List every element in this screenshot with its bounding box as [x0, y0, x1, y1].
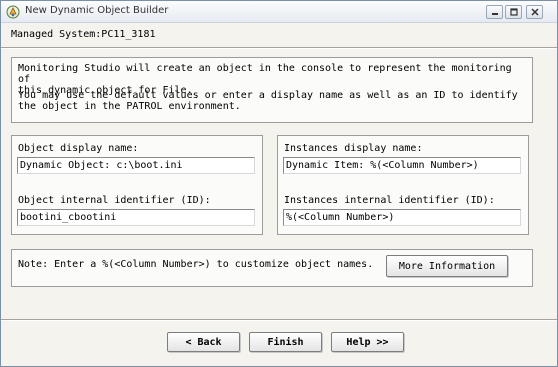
instances-panel: Instances display name: Dynamic Item: %(…	[277, 135, 529, 235]
note-text: Note: Enter a %(<Column Number>) to cust…	[18, 259, 374, 270]
instances-display-name-label: Instances display name:	[284, 143, 423, 154]
close-icon	[531, 8, 539, 16]
more-information-button[interactable]: More Information	[386, 255, 508, 277]
finish-button[interactable]: Finish	[249, 332, 322, 352]
instances-id-input[interactable]: %(<Column Number>)	[283, 209, 521, 226]
object-id-input[interactable]: bootini_cbootini	[17, 209, 255, 226]
maximize-button[interactable]	[505, 5, 522, 19]
header-divider	[1, 47, 557, 49]
managed-system-label: Managed System:PC11_3181	[11, 29, 156, 40]
dialog-window: New Dynamic Object Builder Managed Syste…	[0, 0, 558, 367]
object-id-label: Object internal identifier (ID):	[18, 195, 211, 206]
object-display-name-input[interactable]: Dynamic Object: c:\boot.ini	[17, 157, 255, 174]
footer-divider	[1, 319, 557, 321]
instances-display-name-input[interactable]: Dynamic Item: %(<Column Number>)	[283, 157, 521, 174]
back-button[interactable]: < Back	[167, 332, 240, 352]
help-button[interactable]: Help >>	[331, 332, 404, 352]
object-display-name-label: Object display name:	[18, 143, 139, 154]
title-bar[interactable]: New Dynamic Object Builder	[1, 1, 557, 23]
minimize-icon	[492, 13, 498, 15]
instances-id-label: Instances internal identifier (ID):	[284, 195, 495, 206]
app-icon	[6, 5, 20, 19]
maximize-icon	[510, 8, 518, 16]
info-paragraph-2: You may use the default values or enter …	[18, 90, 518, 112]
window-title: New Dynamic Object Builder	[25, 5, 169, 16]
info-panel: Monitoring Studio will create an object …	[11, 57, 533, 123]
object-panel: Object display name: Dynamic Object: c:\…	[11, 135, 263, 235]
minimize-button[interactable]	[486, 5, 503, 19]
note-panel: Note: Enter a %(<Column Number>) to cust…	[11, 249, 533, 287]
close-button[interactable]	[526, 5, 543, 19]
